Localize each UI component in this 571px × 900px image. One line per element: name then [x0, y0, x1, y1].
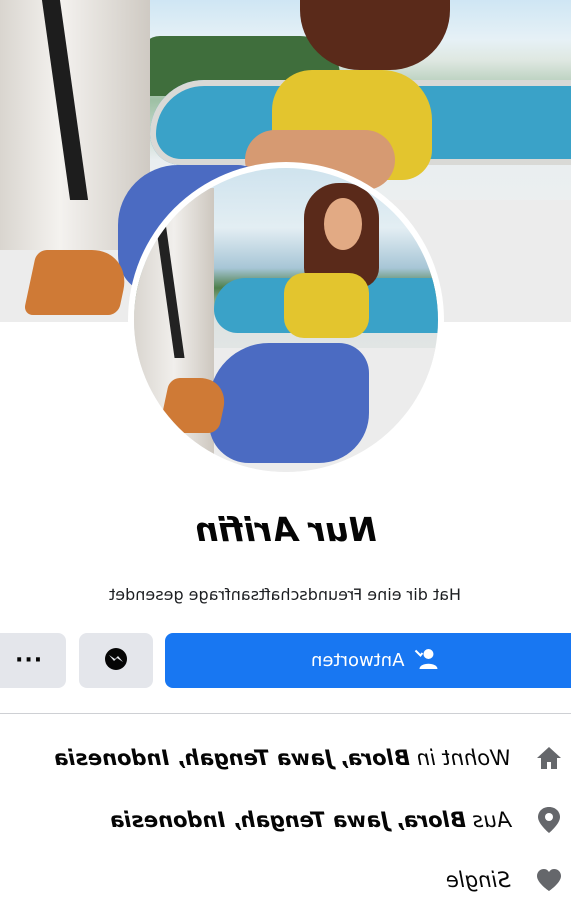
friend-request-notice: Hat dir eine Freundschaftsanfrage gesend… — [0, 580, 571, 610]
info-row-from[interactable]: Aus Blora, Jawa Tengah, Indonesia — [110, 800, 571, 840]
person-check-icon — [415, 647, 439, 675]
more-dots-icon: ··· — [13, 647, 43, 673]
more-options-button[interactable]: ··· — [0, 633, 66, 688]
avatar-photo — [134, 168, 438, 472]
reply-label: Antworten — [311, 650, 405, 671]
avatar-jeans — [209, 343, 369, 463]
info-row-relationship: Single — [446, 860, 571, 900]
info-row-lives-in[interactable]: Wohnt in Blora, Jawa Tengah, Indonesia — [54, 738, 571, 778]
lives-in-place[interactable]: Blora, Jawa Tengah, Indonesia — [54, 746, 410, 770]
heart-icon — [527, 868, 571, 892]
lives-in-prefix: Wohnt in — [416, 746, 511, 770]
messenger-button[interactable] — [79, 633, 153, 688]
messenger-icon — [103, 646, 129, 676]
profile-avatar[interactable] — [128, 162, 444, 478]
from-prefix: Aus — [472, 808, 511, 832]
reply-button[interactable]: Antworten — [165, 633, 571, 688]
profile-name-text: Nur Arifin — [194, 510, 377, 549]
home-icon — [527, 745, 571, 771]
profile-name: Nur Arifin — [0, 505, 571, 555]
relationship-status: Single — [446, 868, 511, 892]
friend-request-notice-text: Hat dir eine Freundschaftsanfrage gesend… — [109, 585, 462, 604]
avatar-top — [284, 273, 369, 338]
location-pin-icon — [527, 806, 571, 834]
section-divider — [0, 713, 571, 714]
cover-shoe — [23, 250, 132, 315]
avatar-shoe — [158, 378, 230, 433]
avatar-face — [324, 198, 362, 250]
from-place[interactable]: Blora, Jawa Tengah, Indonesia — [110, 808, 466, 832]
